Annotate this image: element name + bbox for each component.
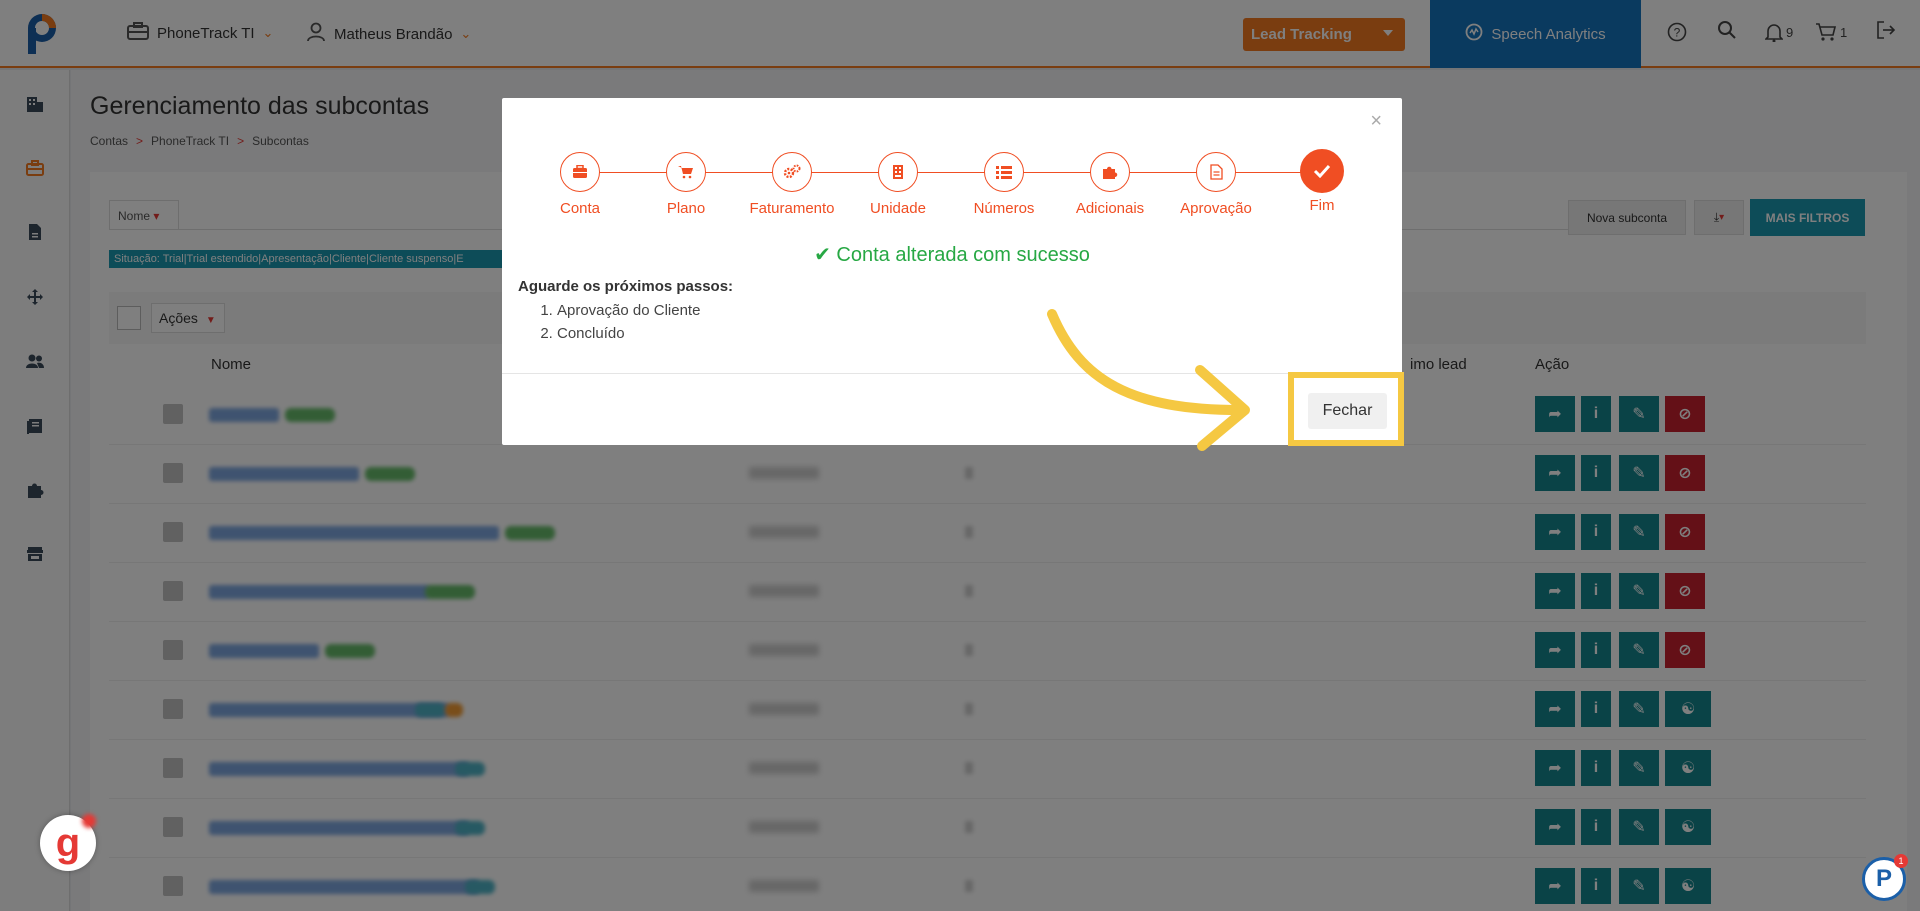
- chat-badge: 1: [1894, 854, 1908, 868]
- step-conta[interactable]: Conta: [530, 152, 630, 217]
- guide-badge: [82, 814, 96, 828]
- cart-icon: [666, 152, 706, 192]
- document-icon: [1196, 152, 1236, 192]
- step-label: Conta: [559, 200, 601, 217]
- step-label: Adicionais: [1075, 200, 1145, 217]
- building-icon: [878, 152, 918, 192]
- puzzle-icon: [1090, 152, 1130, 192]
- step-label: Faturamento: [749, 200, 835, 217]
- pointer-arrow-icon: [1047, 309, 1250, 451]
- step-adicionais[interactable]: Adicionais: [1060, 152, 1160, 217]
- highlight-box: [1288, 372, 1404, 446]
- check-icon: [1300, 149, 1344, 193]
- step-label: Números: [973, 200, 1035, 217]
- gears-icon: [772, 152, 812, 192]
- modal-close-button[interactable]: ×: [1370, 110, 1382, 133]
- step-aprovacao[interactable]: Aprovação: [1166, 152, 1266, 217]
- step-label: Fim: [1309, 197, 1335, 214]
- check-icon: ✔: [814, 244, 831, 266]
- step-fim[interactable]: Fim: [1272, 149, 1372, 214]
- step-unidade[interactable]: Unidade: [848, 152, 948, 217]
- step-faturamento[interactable]: Faturamento: [742, 152, 842, 217]
- list-icon: [984, 152, 1024, 192]
- next-step-item: Aprovação do Cliente: [557, 299, 700, 322]
- step-label: Aprovação: [1180, 200, 1252, 217]
- success-text: Conta alterada com sucesso: [836, 244, 1090, 266]
- step-numeros[interactable]: Números: [954, 152, 1054, 217]
- step-plano[interactable]: Plano: [636, 152, 736, 217]
- briefcase-icon: [560, 152, 600, 192]
- next-steps-list: Aprovação do Cliente Concluído: [540, 299, 700, 345]
- step-label: Unidade: [870, 200, 926, 217]
- success-message: ✔ Conta alterada com sucesso: [502, 242, 1402, 267]
- next-step-item: Concluído: [557, 322, 700, 345]
- step-label: Plano: [666, 200, 706, 217]
- next-steps-title: Aguarde os próximos passos:: [518, 278, 734, 295]
